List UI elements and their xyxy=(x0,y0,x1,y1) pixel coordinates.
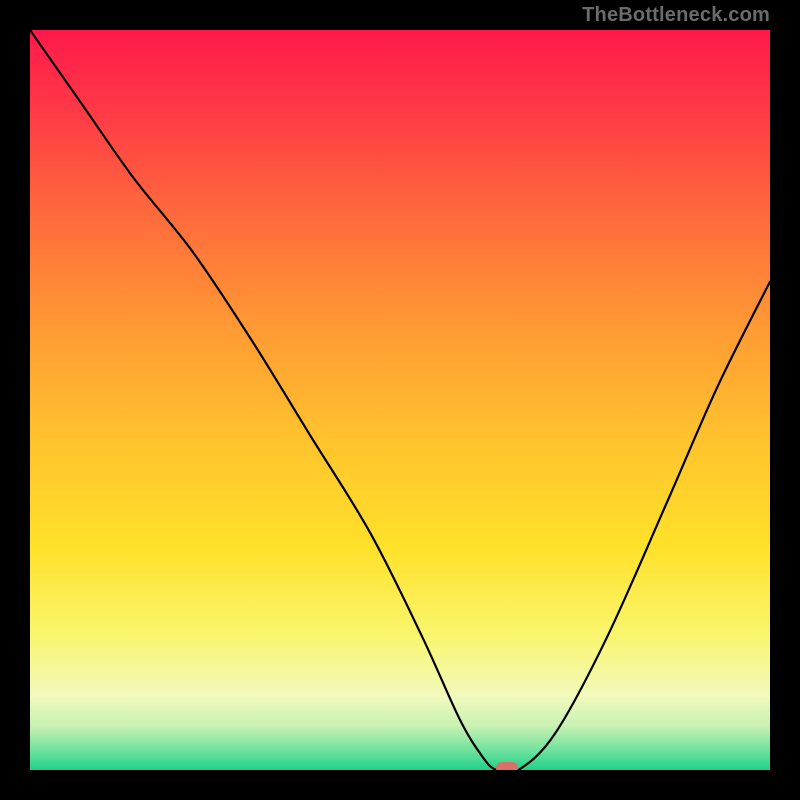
bottleneck-curve xyxy=(30,30,770,770)
watermark-text: TheBottleneck.com xyxy=(582,4,770,27)
chart-frame: TheBottleneck.com xyxy=(0,0,800,800)
plot-area xyxy=(30,30,770,770)
operating-point-marker xyxy=(496,762,518,770)
